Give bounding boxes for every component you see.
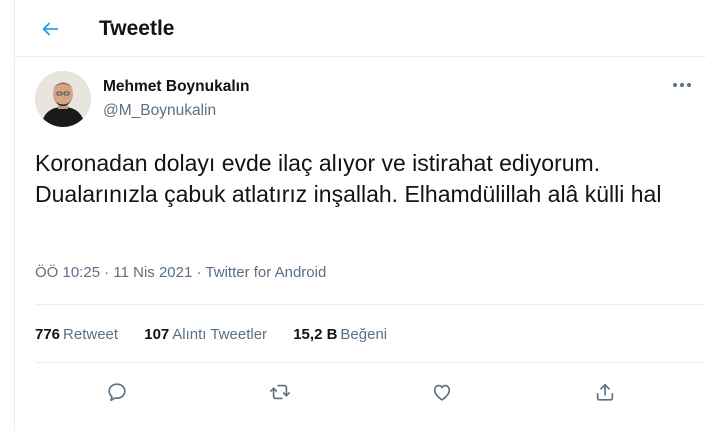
- page-header: Tweetle: [15, 0, 706, 57]
- tweet-source[interactable]: Twitter for Android: [205, 264, 326, 281]
- like-button[interactable]: [429, 379, 455, 405]
- author-name[interactable]: Mehmet Boynukalın: [103, 78, 249, 96]
- arrow-left-icon: [42, 22, 59, 36]
- retweets-label: Retweet: [63, 326, 119, 343]
- tweet-text: Koronadan dolayı evde ilaç alıyor ve ist…: [35, 150, 662, 207]
- divider: [35, 362, 705, 363]
- quotes-label: Alıntı Tweetler: [172, 326, 268, 343]
- tweet-actions: [15, 368, 706, 416]
- more-dots-icon: [673, 83, 691, 87]
- retweets-count: 776: [35, 326, 61, 343]
- retweet-icon: [270, 384, 290, 400]
- back-button[interactable]: [35, 14, 65, 44]
- share-icon: [596, 383, 614, 401]
- tweet-date[interactable]: 11 Nis 2021: [113, 264, 192, 281]
- reply-button[interactable]: [104, 379, 130, 405]
- heart-icon: [433, 384, 451, 401]
- reply-icon: [108, 383, 126, 402]
- quotes-stat[interactable]: 107 Alıntı Tweetler: [144, 326, 267, 343]
- retweet-button[interactable]: [267, 379, 293, 405]
- tweet-stats: 776 Retweet 107 Alıntı Tweetler 15,2 B Beğe…: [35, 326, 409, 343]
- likes-stat[interactable]: 15,2 B Beğeni: [293, 326, 387, 343]
- likes-count: 15,2 B: [293, 326, 338, 343]
- avatar[interactable]: [35, 71, 91, 127]
- divider: [35, 304, 705, 305]
- tweet-detail-panel: Tweetle Mehmet Boynukalın @M_Boynukalin: [14, 0, 706, 431]
- page-title: Tweetle: [99, 17, 175, 40]
- author-handle[interactable]: @M_Boynukalin: [103, 102, 216, 120]
- user-avatar-image: [35, 71, 91, 127]
- tweet-meta: ÖÖ 10:25 · 11 Nis 2021 · Twitter for And…: [35, 264, 326, 281]
- share-button[interactable]: [592, 379, 618, 405]
- quotes-count: 107: [144, 326, 170, 343]
- retweets-stat[interactable]: 776 Retweet: [35, 326, 118, 343]
- meta-separator: ·: [104, 264, 114, 281]
- tweet-time[interactable]: ÖÖ 10:25: [35, 264, 100, 281]
- more-options-button[interactable]: [669, 75, 695, 95]
- tweet-author: Mehmet Boynukalın @M_Boynukalin: [35, 71, 695, 131]
- likes-label: Beğeni: [340, 326, 388, 343]
